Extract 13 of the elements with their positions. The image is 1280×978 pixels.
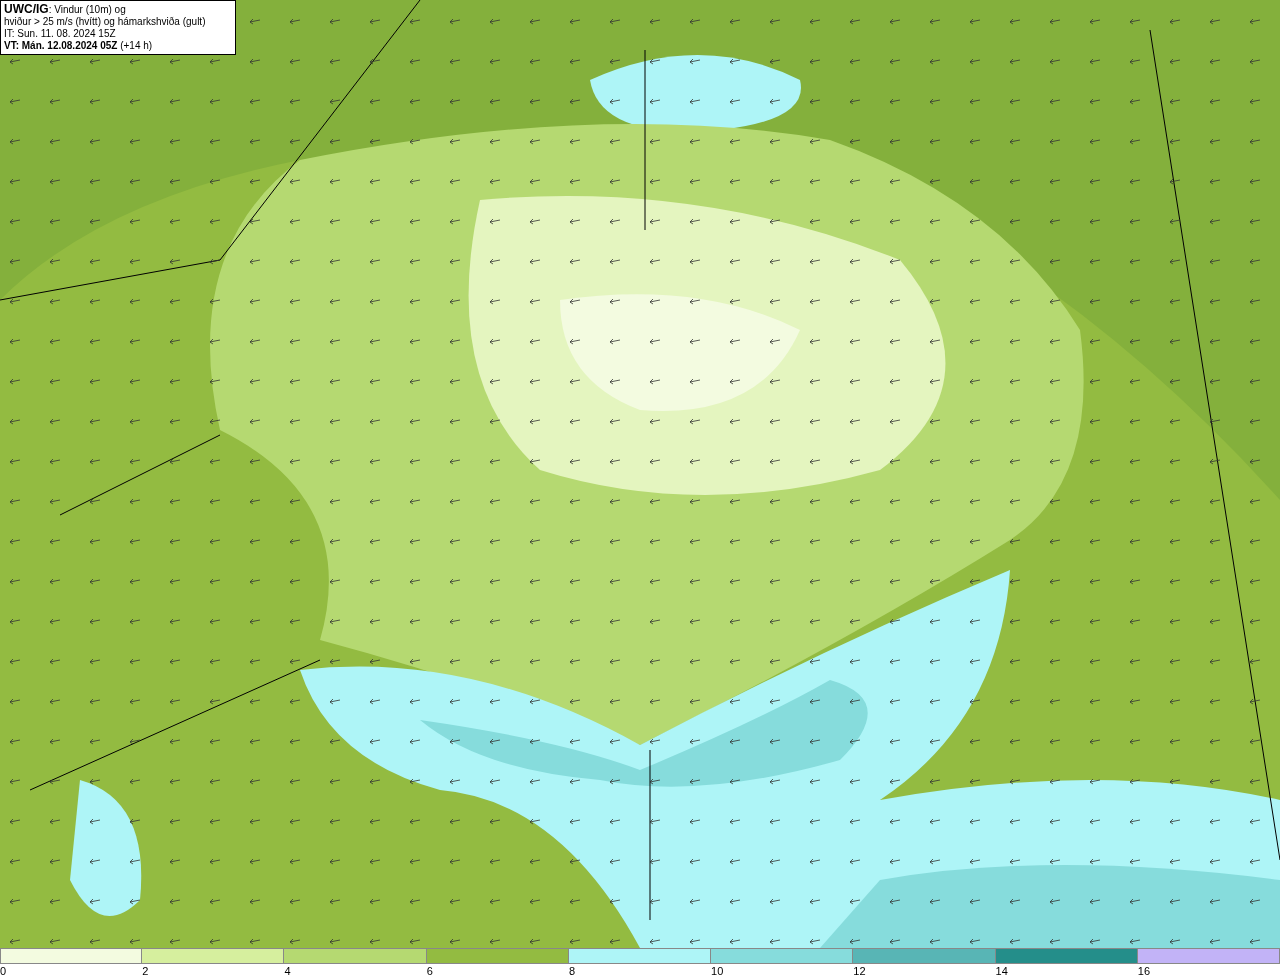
valid-time: VT: Mán. 12.08.2024 05Z (+14 h) [4, 40, 154, 52]
legend-label: 10 [711, 964, 724, 978]
issue-time: IT: Sun. 11. 08. 2024 15Z [4, 28, 117, 40]
model-heading: UWC/IG: Vindur (10m) og [4, 3, 127, 16]
legend-label: 16 [1137, 964, 1150, 978]
legend-label: 2 [142, 964, 149, 978]
legend-label: 14 [995, 964, 1008, 978]
legend-label: 8 [568, 964, 575, 978]
subtitle: hviður > 25 m/s (hvítt) og hámarkshviða (gult) [4, 16, 207, 28]
legend-label: 0 [0, 964, 7, 978]
legend-label: 12 [853, 964, 866, 978]
legend-label: 6 [426, 964, 433, 978]
legend-label: 4 [284, 964, 291, 978]
